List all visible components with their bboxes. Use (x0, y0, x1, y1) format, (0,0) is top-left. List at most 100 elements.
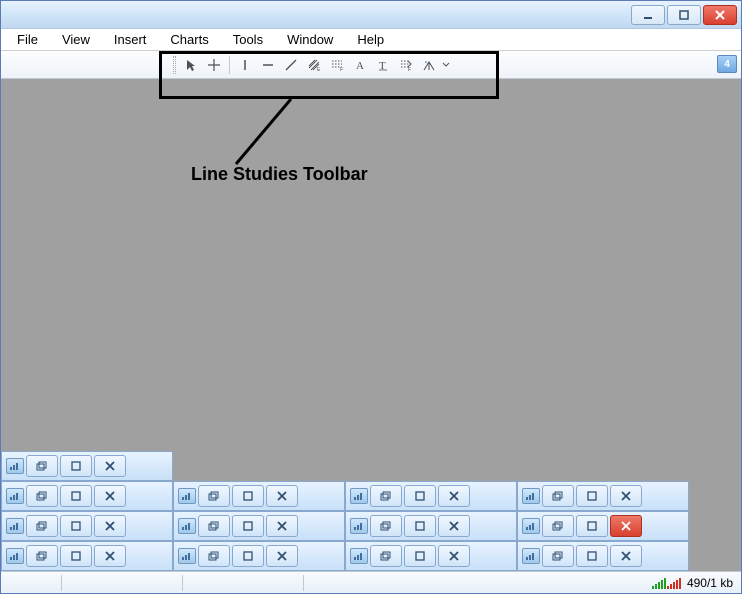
child-close-button[interactable] (94, 545, 126, 567)
window-controls (631, 5, 737, 25)
chevron-down-icon (442, 61, 450, 69)
child-close-button[interactable] (94, 485, 126, 507)
child-restore-button[interactable] (542, 485, 574, 507)
child-window-titlebar[interactable] (1, 481, 173, 511)
child-restore-button[interactable] (542, 545, 574, 567)
child-maximize-button[interactable] (576, 545, 608, 567)
minimize-button[interactable] (631, 5, 665, 25)
child-close-button[interactable] (94, 455, 126, 477)
cursor-tool[interactable] (180, 54, 202, 76)
child-close-button[interactable] (266, 515, 298, 537)
child-close-button[interactable] (266, 485, 298, 507)
child-maximize-button[interactable] (232, 515, 264, 537)
child-window-row (1, 451, 741, 481)
child-window-titlebar[interactable] (173, 541, 345, 571)
toolbar-grip[interactable] (173, 56, 176, 74)
toolbar-dropdown[interactable] (441, 54, 451, 76)
menu-window[interactable]: Window (277, 30, 343, 49)
trendline-tool[interactable] (280, 54, 302, 76)
child-window-titlebar[interactable] (1, 541, 173, 571)
crosshair-tool[interactable] (203, 54, 225, 76)
svg-text:A: A (356, 60, 364, 72)
child-close-button[interactable] (438, 485, 470, 507)
child-close-button[interactable] (610, 545, 642, 567)
close-button[interactable] (703, 5, 737, 25)
toolbar-right-badge[interactable]: 4 (717, 55, 737, 73)
menu-file[interactable]: File (7, 30, 48, 49)
child-close-button[interactable] (94, 515, 126, 537)
child-restore-button[interactable] (26, 485, 58, 507)
child-restore-button[interactable] (198, 515, 230, 537)
close-icon (714, 10, 726, 20)
chart-icon (178, 548, 196, 564)
chart-icon (6, 548, 24, 564)
child-close-button[interactable] (438, 515, 470, 537)
maximize-button[interactable] (667, 5, 701, 25)
child-close-button[interactable] (266, 545, 298, 567)
fibonacci-tool[interactable]: F (326, 54, 348, 76)
status-right: 490/1 kb (652, 576, 733, 590)
child-window-titlebar[interactable] (173, 511, 345, 541)
child-close-button[interactable] (610, 515, 642, 537)
equidistant-channel-tool[interactable]: E (303, 54, 325, 76)
network-traffic-text: 490/1 kb (687, 576, 733, 590)
menu-view[interactable]: View (52, 30, 100, 49)
text-label-tool[interactable]: A (349, 54, 371, 76)
child-window-titlebar[interactable] (517, 481, 689, 511)
text-object-tool[interactable]: T (372, 54, 394, 76)
svg-text:F: F (340, 67, 343, 72)
child-restore-button[interactable] (198, 545, 230, 567)
child-maximize-button[interactable] (60, 515, 92, 537)
menu-charts[interactable]: Charts (160, 30, 218, 49)
horizontal-line-tool[interactable] (257, 54, 279, 76)
child-window-titlebar[interactable] (1, 451, 173, 481)
chart-icon (350, 518, 368, 534)
child-window-row (1, 511, 741, 541)
child-maximize-button[interactable] (576, 515, 608, 537)
child-maximize-button[interactable] (232, 485, 264, 507)
child-window-titlebar[interactable] (345, 481, 517, 511)
child-window-titlebar[interactable] (345, 511, 517, 541)
line-studies-toolbar: E F A T F (173, 53, 451, 77)
chart-icon (350, 548, 368, 564)
child-window-titlebar[interactable] (517, 511, 689, 541)
child-close-button[interactable] (610, 485, 642, 507)
child-restore-button[interactable] (542, 515, 574, 537)
child-restore-button[interactable] (370, 485, 402, 507)
child-window-row (1, 541, 741, 571)
child-maximize-button[interactable] (60, 455, 92, 477)
child-windows-area (1, 451, 741, 571)
chart-icon (522, 518, 540, 534)
vertical-line-tool[interactable] (234, 54, 256, 76)
cursor-icon (184, 58, 198, 72)
child-window-titlebar[interactable] (517, 541, 689, 571)
toolbar-row: E F A T F 4 (1, 51, 741, 79)
child-maximize-button[interactable] (576, 485, 608, 507)
child-restore-button[interactable] (26, 455, 58, 477)
menu-help[interactable]: Help (347, 30, 394, 49)
status-separator (61, 575, 62, 591)
minimize-icon (642, 10, 654, 20)
menubar: File View Insert Charts Tools Window Hel… (1, 29, 741, 51)
child-window-titlebar[interactable] (1, 511, 173, 541)
menu-tools[interactable]: Tools (223, 30, 273, 49)
child-window-titlebar[interactable] (173, 481, 345, 511)
child-restore-button[interactable] (370, 515, 402, 537)
fibonacci-arrow-tool[interactable]: F (395, 54, 417, 76)
child-restore-button[interactable] (198, 485, 230, 507)
child-restore-button[interactable] (26, 515, 58, 537)
fibonacci-icon: F (330, 58, 344, 72)
child-close-button[interactable] (438, 545, 470, 567)
pitchfork-tool[interactable] (418, 54, 440, 76)
child-maximize-button[interactable] (404, 485, 436, 507)
child-restore-button[interactable] (370, 545, 402, 567)
menu-insert[interactable]: Insert (104, 30, 157, 49)
child-maximize-button[interactable] (60, 545, 92, 567)
child-maximize-button[interactable] (404, 545, 436, 567)
child-maximize-button[interactable] (232, 545, 264, 567)
child-restore-button[interactable] (26, 545, 58, 567)
child-window-titlebar[interactable] (345, 541, 517, 571)
child-maximize-button[interactable] (60, 485, 92, 507)
child-maximize-button[interactable] (404, 515, 436, 537)
svg-text:F: F (408, 67, 411, 72)
